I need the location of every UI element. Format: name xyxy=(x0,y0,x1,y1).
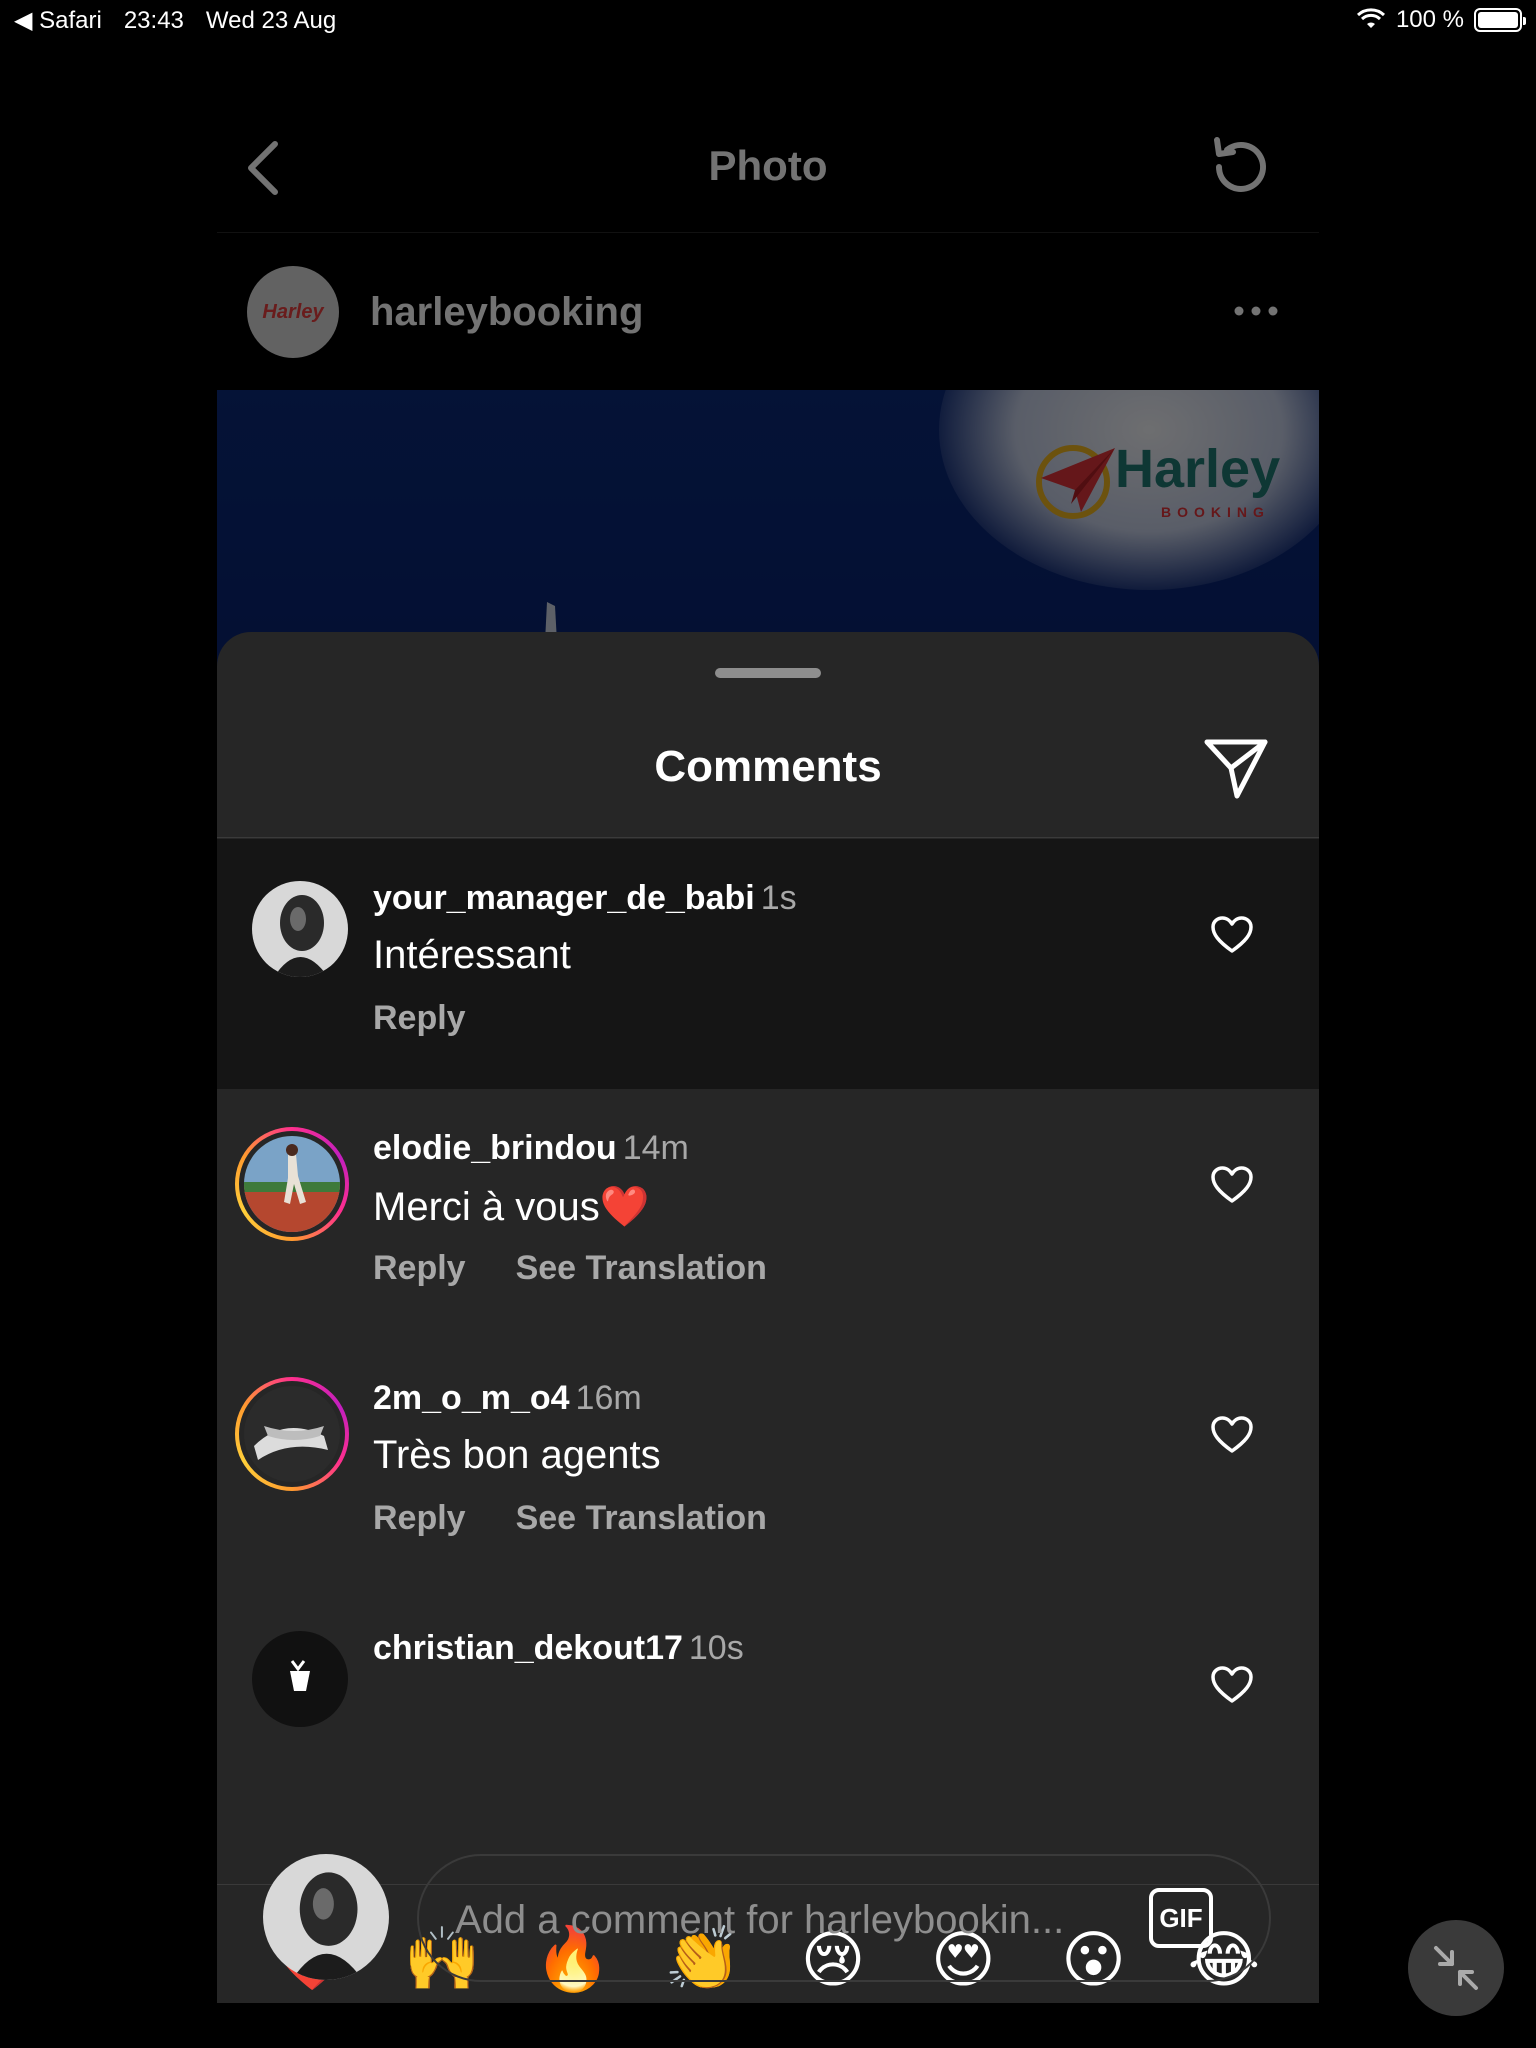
battery-percent: 100 % xyxy=(1395,6,1464,33)
comment-username[interactable]: 2m_o_m_o4 xyxy=(373,1379,570,1417)
post-author-username[interactable]: harleybooking xyxy=(370,290,643,335)
heart-icon[interactable] xyxy=(1210,1165,1254,1205)
commenter-avatar[interactable] xyxy=(235,1377,349,1491)
top-bar: Photo xyxy=(217,100,1319,233)
see-translation-button[interactable]: See Translation xyxy=(516,1499,767,1538)
comment-item: christian_dekout17 10s xyxy=(217,1589,1319,1839)
logo-sub-text: BOOKING xyxy=(1161,504,1270,520)
wifi-icon xyxy=(1356,8,1385,28)
comment-text: Très bon agents xyxy=(373,1433,661,1477)
comment-input[interactable]: Add a comment for harleybookin... GIF xyxy=(417,1854,1271,1982)
comment-time: 14m xyxy=(622,1129,689,1167)
comment-text: Intéressant xyxy=(373,933,571,977)
post-header: Harley harleybooking xyxy=(217,234,1319,389)
comment-input-placeholder: Add a comment for harleybookin... xyxy=(455,1898,1065,1942)
harley-booking-logo: Harley BOOKING xyxy=(1031,430,1291,530)
heart-icon[interactable] xyxy=(1210,1415,1254,1455)
see-translation-button[interactable]: See Translation xyxy=(516,1249,767,1288)
heart-icon[interactable] xyxy=(1210,1665,1254,1705)
more-options-icon[interactable] xyxy=(1233,296,1279,326)
post-author-avatar[interactable]: Harley xyxy=(247,266,339,358)
current-user-avatar xyxy=(263,1854,389,1980)
comments-list: your_manager_de_babi 1s Intéressant Reply xyxy=(217,839,1319,1884)
reply-button[interactable]: Reply xyxy=(373,1499,466,1538)
comment-time: 10s xyxy=(688,1629,744,1667)
share-paper-plane-icon[interactable] xyxy=(1201,732,1271,802)
comment-username[interactable]: christian_dekout17 xyxy=(373,1629,683,1667)
reply-button[interactable]: Reply xyxy=(373,1249,466,1288)
status-time: 23:43 xyxy=(123,6,184,34)
comment-username[interactable]: your_manager_de_babi xyxy=(373,879,755,917)
comment-time: 1s xyxy=(760,879,797,917)
comment-item: 2m_o_m_o4 16m Très bon agents Reply See T… xyxy=(217,1339,1319,1589)
comment-username[interactable]: elodie_brindou xyxy=(373,1129,617,1167)
minimize-button[interactable] xyxy=(1408,1920,1504,2016)
comment-item: elodie_brindou 14m Merci à vous❤️ Reply S… xyxy=(217,1089,1319,1339)
status-date: Wed 23 Aug xyxy=(205,6,337,34)
battery-icon xyxy=(1474,8,1526,32)
back-to-safari-link[interactable]: ◀ Safari xyxy=(14,6,102,35)
commenter-avatar[interactable] xyxy=(252,1631,348,1727)
comment-composer: Add a comment for harleybookin... GIF xyxy=(217,1840,1319,2003)
comment-text: Merci à vous❤️ xyxy=(373,1185,650,1229)
logo-brand-text: Harley xyxy=(1115,439,1281,499)
comments-header: Comments xyxy=(217,692,1319,838)
refresh-icon[interactable] xyxy=(1205,132,1275,202)
gif-button[interactable]: GIF xyxy=(1149,1888,1213,1948)
commenter-avatar[interactable] xyxy=(252,881,348,977)
comment-time: 16m xyxy=(575,1379,642,1417)
comment-item: your_manager_de_babi 1s Intéressant Reply xyxy=(217,839,1319,1089)
status-bar: ◀ Safari 23:43 Wed 23 Aug 100 % xyxy=(0,0,1536,40)
comments-title: Comments xyxy=(654,742,882,791)
reply-button[interactable]: Reply xyxy=(373,999,466,1038)
page-title: Photo xyxy=(708,142,828,189)
avatar-logo-text: Harley xyxy=(262,300,324,323)
sheet-drag-handle[interactable] xyxy=(715,668,821,678)
minimize-arrows-icon xyxy=(1434,1946,1478,1990)
commenter-avatar[interactable] xyxy=(235,1127,349,1241)
comments-sheet: Comments your_manager_de_babi 1s Intéress… xyxy=(217,632,1319,2003)
heart-icon[interactable] xyxy=(1210,915,1254,955)
